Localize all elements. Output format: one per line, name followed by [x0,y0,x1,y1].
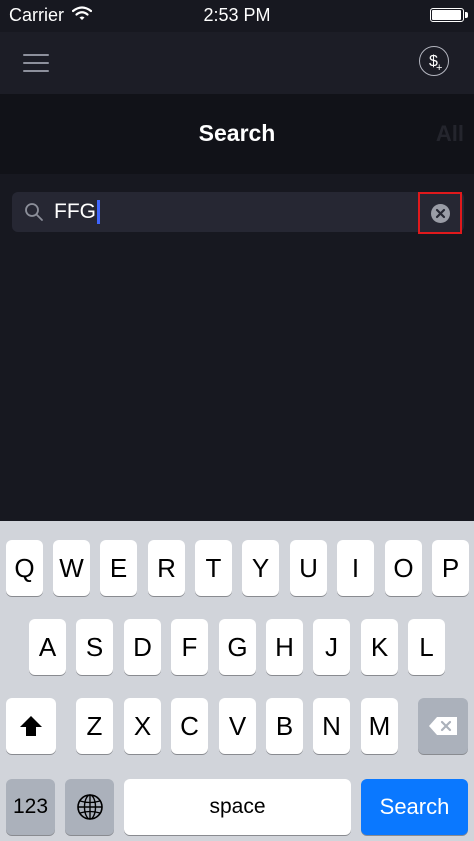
globe-key[interactable] [65,779,114,835]
backspace-icon [429,717,457,735]
keyboard: Q W E R T Y U I O P A S D F G H J K L Z … [0,521,474,841]
clock: 2:53 PM [203,5,271,25]
search-return-key[interactable]: Search [361,779,468,835]
clear-search-button[interactable] [418,192,462,234]
key-x[interactable]: X [124,698,161,754]
key-a[interactable]: A [29,619,66,675]
svg-text:+: + [436,62,442,74]
key-l[interactable]: L [408,619,445,675]
space-key[interactable]: space [124,779,351,835]
key-u[interactable]: U [290,540,327,596]
key-z[interactable]: Z [76,698,113,754]
navigation-bar: $ + [0,32,474,94]
key-y[interactable]: Y [242,540,279,596]
battery-icon [430,8,468,22]
key-b[interactable]: B [266,698,303,754]
key-g[interactable]: G [219,619,256,675]
key-q[interactable]: Q [6,540,43,596]
shift-key[interactable] [6,698,56,754]
magnifier-icon [25,203,43,221]
key-c[interactable]: C [171,698,208,754]
key-i[interactable]: I [337,540,374,596]
dollar-add-icon[interactable]: $ + [419,46,449,76]
key-p[interactable]: P [432,540,469,596]
all-tab[interactable]: All [436,121,464,147]
key-v[interactable]: V [219,698,256,754]
key-n[interactable]: N [313,698,350,754]
search-screen: Carrier 2:53 PM $ + Search All FFG Q W E… [0,0,474,841]
search-input[interactable]: FFG [12,192,464,232]
globe-icon [76,794,103,820]
key-j[interactable]: J [313,619,350,675]
battery-fill [432,10,461,20]
shift-arrow-icon [20,716,42,736]
hamburger-menu-icon[interactable] [23,54,49,72]
text-caret [97,200,100,224]
search-text: FFG [54,200,96,223]
numbers-key[interactable]: 123 [6,779,55,835]
key-r[interactable]: R [148,540,185,596]
key-s[interactable]: S [76,619,113,675]
key-e[interactable]: E [100,540,137,596]
key-f[interactable]: F [171,619,208,675]
title-bar: Search All [0,94,474,174]
delete-key[interactable] [418,698,468,754]
key-o[interactable]: O [385,540,422,596]
clear-x-icon [431,204,450,223]
key-w[interactable]: W [53,540,90,596]
key-m[interactable]: M [361,698,398,754]
page-title: Search [198,120,276,146]
status-bar: Carrier 2:53 PM [0,0,474,32]
search-value: FFG [54,200,100,224]
key-k[interactable]: K [361,619,398,675]
key-h[interactable]: H [266,619,303,675]
key-t[interactable]: T [195,540,232,596]
key-d[interactable]: D [124,619,161,675]
